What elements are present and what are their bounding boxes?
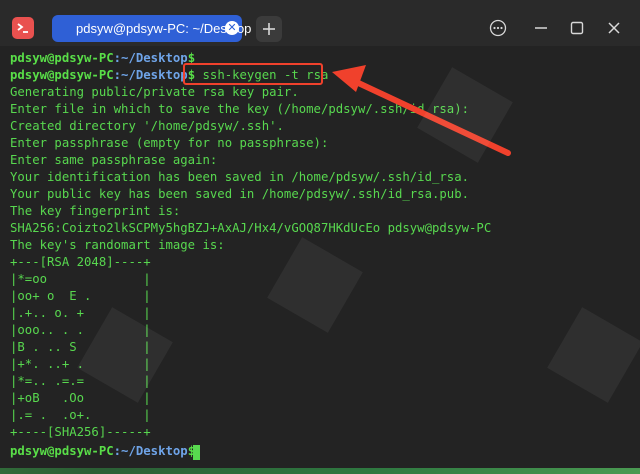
annotation-arrow-icon bbox=[332, 65, 511, 156]
